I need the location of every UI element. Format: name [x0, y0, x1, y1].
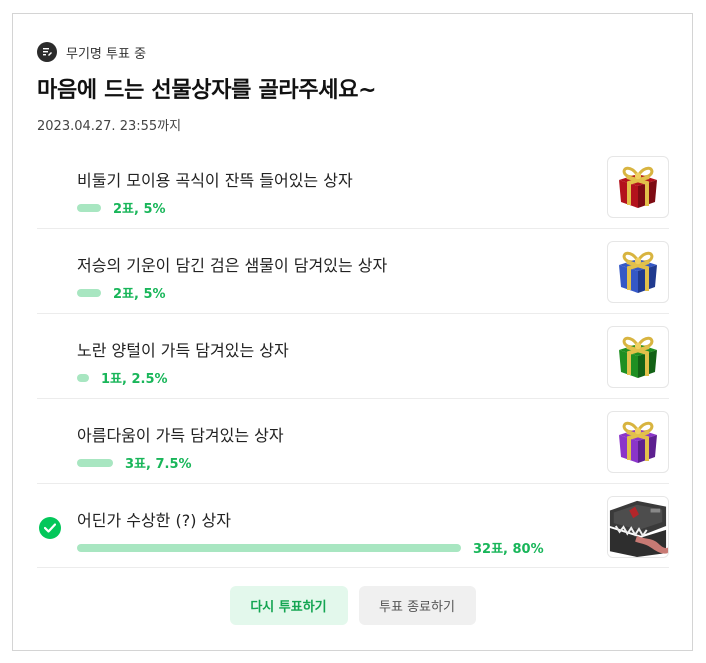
option-count: 2표, 5%	[113, 202, 166, 217]
poll-option[interactable]: 노란 양털이 가득 담겨있는 상자 1표, 2.5%	[37, 314, 669, 399]
option-bar	[77, 203, 101, 212]
end-vote-button[interactable]: 투표 종료하기	[358, 586, 476, 625]
option-count: 1표, 2.5%	[101, 372, 168, 387]
poll-options: 비둘기 모이용 곡식이 잔뜩 들어있는 상자 2표, 5% 저승의 기운이 담긴…	[37, 144, 669, 568]
option-result: 32표, 80%	[77, 538, 544, 557]
option-result: 1표, 2.5%	[77, 368, 168, 387]
option-count: 3표, 7.5%	[125, 457, 192, 472]
option-count: 32표, 80%	[473, 542, 544, 557]
poll-option[interactable]: 아름다움이 가득 담겨있는 상자 3표, 7.5%	[37, 399, 669, 484]
option-bar	[77, 288, 101, 297]
poll-option[interactable]: 저승의 기운이 담긴 검은 샘물이 담겨있는 상자 2표, 5%	[37, 229, 669, 314]
option-label: 어딘가 수상한 (?) 상자	[77, 511, 231, 530]
option-label: 저승의 기운이 담긴 검은 샘물이 담겨있는 상자	[77, 256, 388, 275]
option-label: 비둘기 모이용 곡식이 잔뜩 들어있는 상자	[77, 171, 353, 190]
option-bar	[77, 373, 89, 382]
poll-option[interactable]: 비둘기 모이용 곡식이 잔뜩 들어있는 상자 2표, 5%	[37, 144, 669, 229]
option-bar	[77, 458, 113, 467]
option-label: 노란 양털이 가득 담겨있는 상자	[77, 341, 289, 360]
option-count: 2표, 5%	[113, 287, 166, 302]
poll-status-row: 무기명 투표 중	[37, 42, 146, 62]
poll-deadline: 2023.04.27. 23:55까지	[37, 119, 182, 134]
poll-title: 마음에 드는 선물상자를 골라주세요~	[37, 78, 377, 103]
poll-status: 무기명 투표 중	[66, 46, 147, 62]
green-gift-box-icon	[607, 326, 669, 388]
purple-gift-box-icon	[607, 411, 669, 473]
option-bar	[77, 543, 461, 552]
poll-card: 무기명 투표 중 마음에 드는 선물상자를 골라주세요~ 2023.04.27.…	[12, 13, 693, 651]
vote-icon	[37, 42, 57, 62]
red-gift-box-icon	[607, 156, 669, 218]
blue-gift-box-icon	[607, 241, 669, 303]
option-result: 2표, 5%	[77, 198, 166, 217]
revote-button[interactable]: 다시 투표하기	[229, 586, 348, 625]
option-result: 2표, 5%	[77, 283, 166, 302]
option-label: 아름다움이 가득 담겨있는 상자	[77, 426, 284, 445]
mimic-chest-icon	[607, 496, 669, 558]
selected-check-icon	[39, 517, 61, 539]
poll-option[interactable]: 어딘가 수상한 (?) 상자 32표, 80%	[37, 484, 669, 568]
poll-actions: 다시 투표하기 투표 종료하기	[13, 586, 692, 625]
option-result: 3표, 7.5%	[77, 453, 192, 472]
